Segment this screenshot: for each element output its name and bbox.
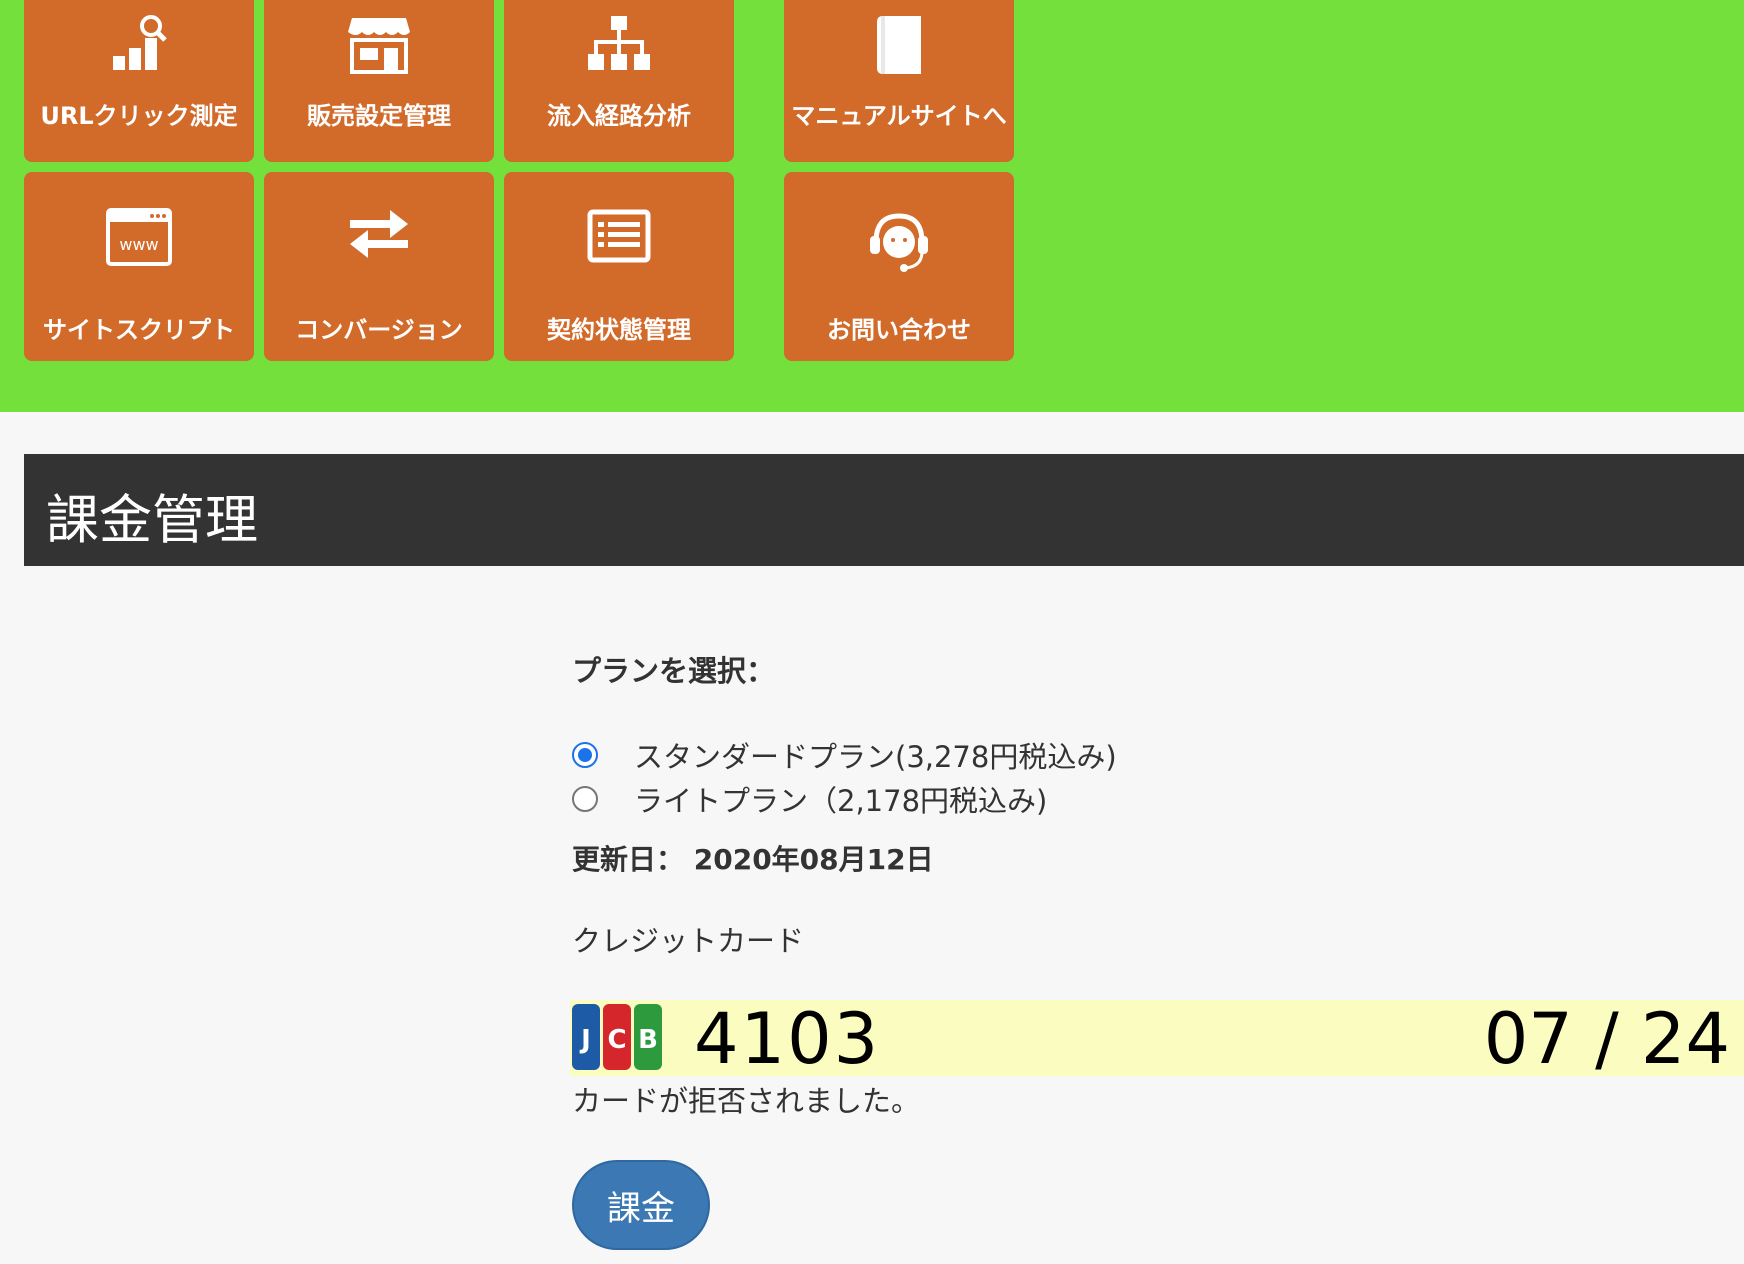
page-title: 課金管理 (46, 490, 258, 551)
nav-tile-label: 販売設定管理 (307, 102, 451, 130)
svg-text:B: B (638, 1025, 658, 1055)
nav-tile-manual-site[interactable]: マニュアルサイトへ (784, 0, 1014, 162)
nav-tile-traffic-analysis[interactable]: 流入経路分析 (504, 0, 734, 162)
nav-tile-label: マニュアルサイトへ (791, 102, 1007, 130)
nav-tile-conversion[interactable]: コンバージョン (264, 172, 494, 361)
nav-tile-contract-status[interactable]: 契約状態管理 (504, 172, 734, 361)
nav-tile-label: コンバージョン (295, 316, 463, 344)
nav-tile-contact[interactable]: お問い合わせ (784, 172, 1014, 361)
top-navigation: URLクリック測定 販売設定管理 流入経路分析 マニュアルサイトへ www サイ… (0, 0, 1744, 412)
nav-tile-label: サイトスクリプト (43, 316, 235, 344)
page-header: 課金管理 (24, 454, 1744, 566)
store-icon (264, 12, 494, 76)
credit-card-label: クレジットカード (572, 924, 805, 958)
card-input[interactable]: J C B 4103 07 / 24 (570, 998, 1744, 1080)
svg-text:www: www (119, 235, 158, 254)
headset-icon (784, 208, 1014, 274)
nav-tile-label: 契約状態管理 (547, 316, 691, 344)
plan-option-standard[interactable]: スタンダードプラン(3,278円税込み) (572, 734, 1117, 776)
card-last4: 4103 (694, 998, 881, 1080)
exchange-arrows-icon (264, 208, 494, 258)
jcb-logo-icon: J C B (572, 1004, 662, 1070)
plan-heading: プランを選択： (572, 654, 776, 688)
nav-tile-site-script[interactable]: www サイトスクリプト (24, 172, 254, 361)
plan-radio-standard[interactable] (572, 742, 598, 768)
charge-button[interactable]: 課金 (572, 1160, 710, 1250)
svg-text:C: C (607, 1025, 626, 1055)
sitemap-icon (504, 12, 734, 76)
plan-option-light[interactable]: ライトプラン（2,178円税込み) (572, 778, 1047, 820)
chart-search-icon (24, 12, 254, 76)
nav-tile-label: お問い合わせ (827, 316, 971, 344)
nav-tile-url-click[interactable]: URLクリック測定 (24, 0, 254, 162)
card-expiry: 07 / 24 (1483, 998, 1730, 1080)
plan-radio-light[interactable] (572, 786, 598, 812)
svg-text:J: J (579, 1025, 591, 1055)
updated-date: 更新日： 2020年08月12日 (572, 843, 934, 876)
list-icon (504, 208, 734, 264)
plan-label-light: ライトプラン（2,178円税込み) (634, 784, 1048, 818)
nav-tile-sales-settings[interactable]: 販売設定管理 (264, 0, 494, 162)
nav-tile-label: 流入経路分析 (547, 102, 691, 130)
plan-label-standard: スタンダードプラン(3,278円税込み) (634, 740, 1117, 774)
browser-www-icon: www (24, 208, 254, 266)
book-icon (784, 12, 1014, 76)
nav-tile-label: URLクリック測定 (40, 102, 238, 130)
card-error-message: カードが拒否されました。 (572, 1084, 921, 1118)
